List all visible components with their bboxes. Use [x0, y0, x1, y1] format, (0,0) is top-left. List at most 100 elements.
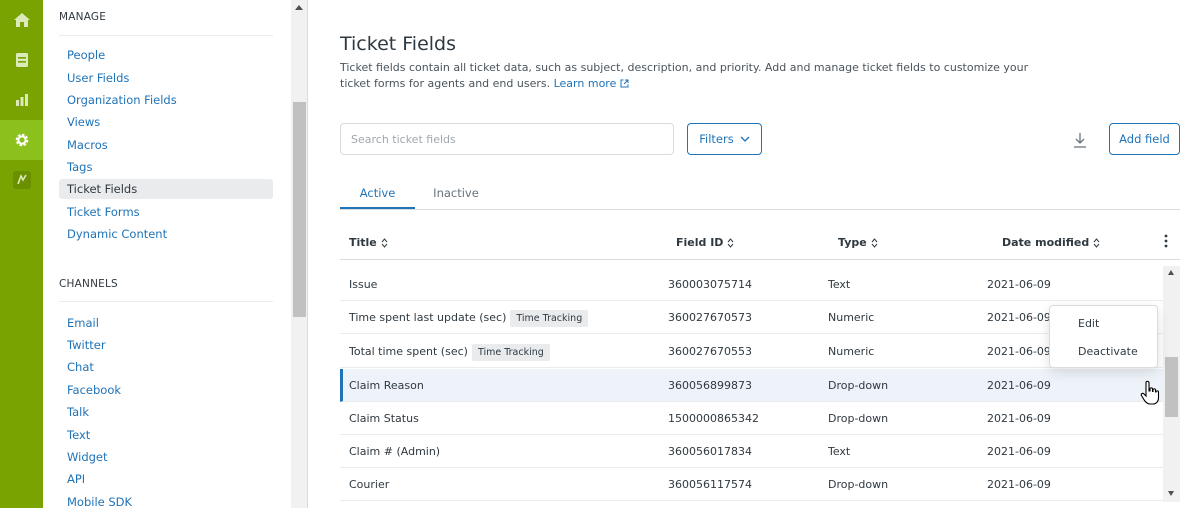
- sidebar-item-twitter[interactable]: Twitter: [59, 335, 273, 355]
- sidebar-item-email[interactable]: Email: [59, 313, 273, 333]
- channels-heading: CHANNELS: [59, 278, 118, 290]
- sidebar-item-organization-fields[interactable]: Organization Fields: [59, 90, 273, 110]
- tab-active[interactable]: Active: [340, 186, 415, 209]
- table-row[interactable]: Time spent last update (sec) Time Trackin…: [340, 301, 1163, 334]
- rail-views[interactable]: [0, 40, 43, 80]
- sidebar-item-widget[interactable]: Widget: [59, 447, 273, 467]
- table-scrollbar[interactable]: [1163, 266, 1180, 502]
- column-header-type[interactable]: Type: [838, 236, 878, 249]
- row-actions-menu: Edit Deactivate: [1049, 305, 1158, 368]
- hand-pointer-cursor-icon: [1140, 380, 1160, 405]
- tag-badge: Time Tracking: [510, 309, 589, 327]
- chevron-down-icon: [740, 136, 750, 142]
- sidebar-item-views[interactable]: Views: [59, 112, 273, 132]
- rail-home[interactable]: [0, 0, 43, 40]
- download-icon[interactable]: [1072, 131, 1088, 149]
- external-link-icon: [620, 79, 629, 88]
- cell-type: Drop-down: [828, 412, 889, 425]
- manage-heading: MANAGE: [59, 11, 107, 23]
- sidebar-item-api[interactable]: API: [59, 469, 273, 489]
- cell-type: Text: [828, 278, 851, 291]
- description-text: Ticket fields contain all ticket data, s…: [340, 61, 1029, 90]
- add-field-label: Add field: [1119, 132, 1170, 146]
- column-header-field-id[interactable]: Field ID: [676, 236, 734, 249]
- scroll-up-arrow-icon[interactable]: [1168, 270, 1174, 275]
- cell-title: Issue: [349, 268, 377, 301]
- sidebar-item-ticket-fields[interactable]: Ticket Fields: [59, 179, 273, 199]
- table-row[interactable]: Issue 360003075714 Text 2021-06-09: [340, 268, 1163, 301]
- cell-date: 2021-06-09: [987, 379, 1051, 392]
- home-icon: [13, 13, 30, 27]
- rail-apps[interactable]: [0, 160, 43, 200]
- learn-more-link[interactable]: Learn more: [554, 77, 629, 90]
- cell-field-id: 360056899873: [668, 379, 752, 392]
- tabs-divider: [340, 209, 1180, 210]
- rail-reporting[interactable]: [0, 80, 43, 120]
- field-title: Claim # (Admin): [349, 445, 441, 458]
- cell-field-id: 360056017834: [668, 445, 752, 458]
- rail-admin[interactable]: [0, 120, 43, 160]
- field-title: Total time spent (sec): [349, 345, 468, 358]
- scroll-down-arrow-icon[interactable]: [1168, 491, 1174, 496]
- column-type-label: Type: [838, 236, 867, 249]
- search-input[interactable]: [340, 123, 674, 155]
- table-row[interactable]: Total time spent (sec) Time Tracking 3600…: [340, 335, 1163, 368]
- cell-field-id: 360027670553: [668, 345, 752, 358]
- cell-title: Claim # (Admin): [349, 435, 440, 468]
- cell-date: 2021-06-09: [987, 311, 1051, 324]
- cell-title: Time spent last update (sec) Time Trackin…: [349, 301, 589, 334]
- sidebar-item-people[interactable]: People: [59, 45, 273, 65]
- sidebar-item-user-fields[interactable]: User Fields: [59, 68, 273, 88]
- sidebar-item-chat[interactable]: Chat: [59, 357, 273, 377]
- kebab-menu-icon[interactable]: [1163, 234, 1169, 248]
- column-header-title[interactable]: Title: [349, 236, 388, 249]
- column-title-label: Title: [349, 236, 377, 249]
- cell-title: Claim Reason: [349, 369, 424, 402]
- table-row-selected[interactable]: Claim Reason 360056899873 Drop-down 2021…: [340, 369, 1163, 402]
- sidebar-scrollbar[interactable]: [291, 0, 307, 508]
- sidebar-item-talk[interactable]: Talk: [59, 402, 273, 422]
- sort-icon: [381, 237, 388, 248]
- column-field-id-label: Field ID: [676, 236, 724, 249]
- sidebar-item-dynamic-content[interactable]: Dynamic Content: [59, 224, 273, 244]
- field-title: Claim Reason: [349, 379, 424, 392]
- table-row[interactable]: Claim # (Admin) 360056017834 Text 2021-0…: [340, 435, 1163, 468]
- column-header-date-modified[interactable]: Date modified: [1002, 236, 1100, 249]
- scroll-up-arrow-icon[interactable]: [295, 5, 303, 10]
- sidebar-item-ticket-forms[interactable]: Ticket Forms: [59, 202, 273, 222]
- sidebar-item-facebook[interactable]: Facebook: [59, 380, 273, 400]
- cell-field-id: 360056117574: [668, 478, 752, 491]
- cell-title: Claim Status: [349, 402, 419, 435]
- menu-item-edit[interactable]: Edit: [1078, 317, 1099, 330]
- sidebar-item-mobile-sdk[interactable]: Mobile SDK: [59, 492, 273, 508]
- sort-icon: [1093, 237, 1100, 248]
- table-row[interactable]: Claim Status 1500000865342 Drop-down 202…: [340, 402, 1163, 435]
- menu-item-deactivate[interactable]: Deactivate: [1078, 345, 1138, 358]
- sidebar-item-tags[interactable]: Tags: [59, 157, 273, 177]
- cell-type: Drop-down: [828, 478, 889, 491]
- scrollbar-thumb[interactable]: [293, 102, 306, 317]
- table-row[interactable]: Courier 360056117574 Drop-down 2021-06-0…: [340, 468, 1163, 501]
- admin-gear-icon: [15, 133, 28, 147]
- sort-icon: [728, 237, 734, 248]
- product-rail: [0, 0, 43, 508]
- tag-badge: Time Tracking: [471, 343, 550, 361]
- scrollbar-thumb[interactable]: [1165, 357, 1178, 417]
- cell-type: Drop-down: [828, 379, 889, 392]
- sort-icon: [871, 237, 878, 248]
- cell-type: Text: [828, 445, 851, 458]
- sidebar-item-text[interactable]: Text: [59, 425, 273, 445]
- cell-date: 2021-06-09: [987, 278, 1051, 291]
- table-header: Title Field ID Type Date modified: [340, 226, 1180, 260]
- divider: [59, 35, 273, 36]
- learn-more-label: Learn more: [553, 77, 617, 90]
- reporting-icon: [15, 94, 28, 106]
- admin-sidebar: MANAGE People User Fields Organization F…: [43, 0, 308, 508]
- sidebar-item-macros[interactable]: Macros: [59, 135, 273, 155]
- tab-inactive[interactable]: Inactive: [415, 186, 497, 209]
- filters-button[interactable]: Filters: [687, 123, 762, 155]
- views-icon: [15, 53, 28, 67]
- add-field-button[interactable]: Add field: [1109, 123, 1180, 155]
- field-title: Claim Status: [349, 412, 419, 425]
- apps-icon: [12, 171, 31, 189]
